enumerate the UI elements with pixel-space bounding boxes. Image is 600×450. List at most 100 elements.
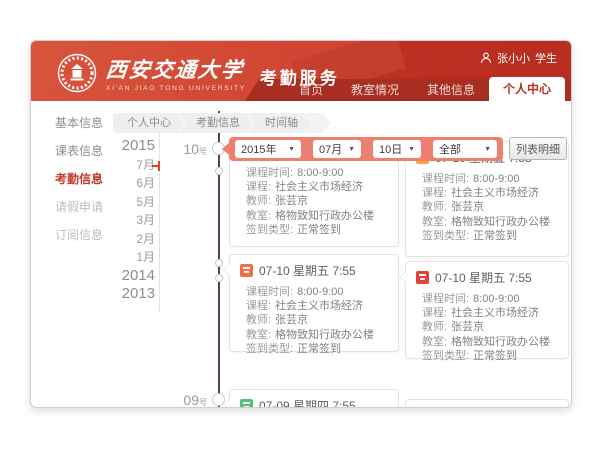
filter-bar-pointer	[222, 143, 229, 155]
day-dropdown[interactable]: 10日 ▼	[373, 140, 421, 158]
status-icon	[240, 264, 253, 277]
breadcrumb-timeline[interactable]: 时间轴	[247, 113, 312, 133]
year-dropdown-value: 2015年	[241, 141, 276, 157]
field-value: 8:00-9:00	[473, 292, 519, 306]
main-nav: 首页 教室情况 其他信息 个人中心	[285, 79, 565, 101]
field-label: 教师:	[422, 200, 447, 214]
field-label: 课程:	[246, 180, 271, 194]
user-role: 学生	[535, 50, 557, 66]
field-value: 正常签到	[297, 223, 341, 237]
attendance-card: 07-09 星期四 7:55	[229, 389, 399, 408]
nav-item-other-info[interactable]: 其他信息	[413, 79, 489, 101]
field-label: 教室:	[422, 215, 447, 229]
nav-item-classrooms[interactable]: 教室情况	[337, 79, 413, 101]
timeline-node	[215, 167, 223, 175]
month-dropdown-value: 07月	[319, 141, 342, 157]
field-value: 社会主义市场经济	[451, 186, 539, 200]
nav-item-home[interactable]: 首页	[285, 79, 337, 101]
type-dropdown[interactable]: 全部 ▼	[433, 140, 497, 158]
day-dropdown-value: 10日	[379, 141, 402, 157]
attendance-card: 07-10 星期五 7:55 课程时间: 8:00-9:00 课程: 社会主义市场经…	[405, 261, 569, 359]
field-value: 格物致知行政办公楼	[275, 209, 374, 223]
app-header: 西安交通大学 XI'AN JIAO TONG UNIVERSITY 考勤服务 张…	[31, 41, 571, 101]
field-label: 签到类型:	[246, 223, 293, 237]
field-label: 课程时间:	[246, 285, 293, 299]
field-value: 格物致知行政办公楼	[451, 215, 550, 229]
breadcrumb-attendance-info[interactable]: 考勤信息	[178, 113, 254, 133]
caret-down-icon: ▼	[484, 146, 491, 153]
university-name-en: XI'AN JIAO TONG UNIVERSITY	[106, 85, 246, 92]
card-date-title: 07-10 星期五 7:55	[259, 262, 356, 279]
field-value: 8:00-9:00	[473, 172, 519, 186]
field-label: 课程时间:	[422, 172, 469, 186]
status-icon	[240, 399, 253, 408]
day-label-10: 10号	[171, 141, 207, 159]
status-icon	[416, 271, 429, 284]
field-value: 8:00-9:00	[297, 285, 343, 299]
field-value: 张芸京	[451, 320, 484, 334]
university-name: 西安交通大学 XI'AN JIAO TONG UNIVERSITY	[106, 54, 246, 92]
day-label-09: 09号	[171, 392, 207, 408]
caret-down-icon: ▼	[408, 146, 415, 153]
breadcrumb: 个人中心 考勤信息 时间轴	[113, 113, 331, 133]
attendance-card: 07-10 星期五 7:55 课程时间:8:00-9:00 课程:社会主义市场经…	[229, 254, 399, 352]
day-number: 10	[183, 141, 199, 157]
field-value: 张芸京	[275, 194, 308, 208]
timeline-node	[215, 259, 223, 267]
user-account[interactable]: 张小小 学生	[480, 50, 557, 66]
caret-down-icon: ▼	[348, 146, 355, 153]
field-label: 课程时间:	[246, 166, 293, 180]
timeline-scale: 2015 7月 6月 5月 3月 2月 1月 2014 2013	[87, 137, 155, 304]
filter-bar: 2015年 ▼ 07月 ▼ 10日 ▼ 全部 ▼	[229, 137, 503, 161]
field-label: 签到类型:	[246, 342, 293, 356]
type-dropdown-value: 全部	[439, 141, 461, 157]
scale-entry-mar[interactable]: 3月	[87, 211, 155, 230]
field-value: 正常签到	[473, 229, 517, 243]
field-label: 课程:	[422, 186, 447, 200]
scale-entry-feb[interactable]: 2月	[87, 230, 155, 249]
list-detail-button[interactable]: 列表明细	[509, 137, 567, 160]
scale-entry-may[interactable]: 5月	[87, 193, 155, 212]
scale-entry-jun[interactable]: 6月	[87, 174, 155, 193]
field-label: 教师:	[246, 313, 271, 327]
field-value: 社会主义市场经济	[451, 306, 539, 320]
field-label: 课程:	[246, 299, 271, 313]
screen: 西安交通大学 XI'AN JIAO TONG UNIVERSITY 考勤服务 张…	[0, 0, 600, 450]
timeline-node	[215, 274, 223, 282]
field-value: 格物致知行政办公楼	[451, 335, 550, 349]
day-number: 09	[183, 392, 199, 408]
field-label: 教室:	[246, 328, 271, 342]
scale-entry-2015[interactable]: 2015	[87, 137, 155, 156]
field-label: 课程时间:	[422, 292, 469, 306]
scale-entry-jul[interactable]: 7月	[87, 156, 155, 175]
scale-entry-jan[interactable]: 1月	[87, 248, 155, 267]
field-value: 正常签到	[473, 349, 517, 363]
year-dropdown[interactable]: 2015年 ▼	[235, 140, 301, 158]
field-value: 正常签到	[297, 342, 341, 356]
field-label: 教师:	[422, 320, 447, 334]
field-label: 教室:	[422, 335, 447, 349]
field-label: 签到类型:	[422, 349, 469, 363]
nav-item-personal-center[interactable]: 个人中心	[489, 77, 565, 101]
breadcrumb-personal-center[interactable]: 个人中心	[113, 113, 185, 133]
user-name: 张小小	[497, 50, 530, 66]
university-name-cn: 西安交通大学	[104, 54, 247, 84]
university-seal-icon	[57, 53, 97, 93]
scale-entry-2014[interactable]: 2014	[87, 267, 155, 286]
field-label: 教师:	[246, 194, 271, 208]
field-label: 教室:	[246, 209, 271, 223]
app-window: 西安交通大学 XI'AN JIAO TONG UNIVERSITY 考勤服务 张…	[30, 40, 572, 408]
current-month-marker	[158, 161, 160, 171]
field-label: 签到类型:	[422, 229, 469, 243]
month-dropdown[interactable]: 07月 ▼	[313, 140, 361, 158]
field-value: 8:00-9:00	[297, 166, 343, 180]
card-date-title: 07-09 星期四 7:55	[259, 397, 356, 408]
attendance-card-partial	[405, 399, 569, 408]
field-value: 张芸京	[275, 313, 308, 327]
caret-down-icon: ▼	[288, 146, 295, 153]
day-unit: 号	[199, 147, 207, 156]
field-value: 格物致知行政办公楼	[275, 328, 374, 342]
card-date-title: 07-10 星期五 7:55	[435, 269, 532, 286]
scale-entry-2013[interactable]: 2013	[87, 285, 155, 304]
field-label: 课程:	[422, 306, 447, 320]
